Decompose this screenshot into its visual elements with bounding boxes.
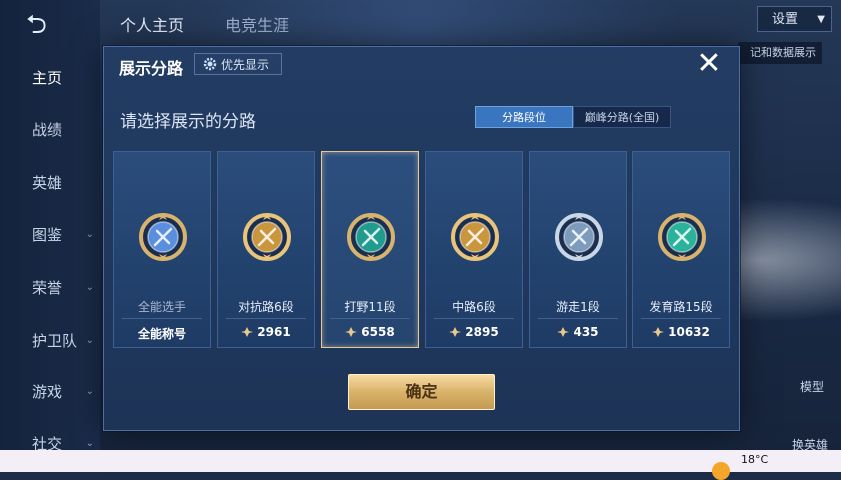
lane-card-name: 全能选手 [137,300,186,314]
lane-badge-icon [450,212,500,262]
card-divider [538,318,618,319]
sidebar-item-label: 护卫队 [32,332,78,350]
lane-card-name: 对抗路6段 [238,300,294,314]
lane-badge-icon [346,212,396,262]
sidebar-item-label: 战绩 [32,121,63,139]
settings-label: 设置 [772,12,799,27]
modal-subtitle: 请选择展示的分路 [120,112,256,132]
lane-card[interactable]: 全能选手 全能称号 [113,151,211,348]
lane-card[interactable]: 游走1段 435 [529,151,627,348]
lane-card-score: 6558 [322,325,418,339]
card-divider [641,318,721,319]
lane-card-score-value: 2961 [257,325,291,339]
settings-button[interactable]: 设置 ▼ [757,6,832,32]
model-label[interactable]: 模型 [800,378,824,395]
lane-card[interactable]: 对抗路6段 2961 [217,151,315,348]
chevron-down-icon: ⌄ [85,335,94,346]
card-divider [226,318,306,319]
tab-lane-rank[interactable]: 分路段位 [475,106,573,128]
lane-card-score-value: 10632 [668,325,710,339]
sidebar-item-label: 英雄 [32,174,63,192]
sidebar-item-3[interactable]: 图鉴 ⌄ [0,219,100,251]
lane-card-score-value: 6558 [361,325,395,339]
sidebar-item-4[interactable]: 荣誉 ⌄ [0,272,100,304]
lane-card-list: 全能选手 全能称号 对抗路6段 2961 打野11段 6558 中路6段 2895 游走1段 43… [113,151,733,348]
lane-card-score: 10632 [633,325,729,339]
gear-icon [203,57,217,71]
lane-card[interactable]: 打野11段 6558 [321,151,419,348]
chevron-down-icon: ⌄ [85,229,94,240]
tab-personal-home[interactable]: 个人主页 [120,12,184,36]
confirm-button[interactable]: 确定 [348,374,495,410]
tab-esports-career[interactable]: 电竞生涯 [225,12,289,36]
lane-card-score: 2961 [218,325,314,339]
lane-card-score: 2895 [426,325,522,339]
lane-badge-icon [242,212,292,262]
tab-peak-lane[interactable]: 巅峰分路(全国) [573,106,671,128]
priority-display-button[interactable]: 优先显示 [194,53,282,75]
lane-card[interactable]: 中路6段 2895 [425,151,523,348]
data-display-chip[interactable]: 记和数据展示 [738,42,822,64]
lane-card-name: 游走1段 [556,300,600,314]
chevron-down-icon: ⌄ [85,282,94,293]
lane-card-score-value: 435 [573,325,599,339]
card-divider [122,318,202,319]
sidebar-item-label: 图鉴 [32,226,63,244]
lane-card-score-value: 2895 [465,325,499,339]
lane-card-score-value: 全能称号 [137,327,186,341]
modal-header: 展示分路 优先显示 ✕ [104,47,739,83]
rank-points-icon [241,326,254,337]
lane-card-name: 打野11段 [344,300,396,314]
lane-card-name: 中路6段 [452,300,496,314]
lane-card-score: 435 [530,325,626,339]
rank-points-icon [449,326,462,337]
sidebar-item-6[interactable]: 游戏 ⌄ [0,376,100,408]
lane-badge-icon [657,212,707,262]
sidebar-item-label: 游戏 [32,383,63,401]
left-navigation: ⮌ 主页 战绩 英雄 图鉴 ⌄ 荣誉 ⌄ 护卫队 ⌄ 游戏 ⌄ 社交 ⌄ [0,0,100,453]
rank-points-icon [557,326,570,337]
sidebar-item-0[interactable]: 主页 [0,62,100,94]
weather-sun-icon [712,462,730,480]
card-divider [330,318,410,319]
rank-points-icon [652,326,665,337]
chevron-down-icon: ⌄ [85,386,94,397]
card-divider [434,318,514,319]
lane-card[interactable]: 发育路15段 10632 [632,151,730,348]
lane-card-score: 全能称号 [114,325,210,342]
close-button[interactable]: ✕ [694,49,724,80]
modal-title: 展示分路 [119,59,184,78]
lane-badge-icon [138,212,188,262]
back-button[interactable]: ⮌ [26,12,74,38]
weather-temperature: 18°C [741,453,769,466]
lane-badge-icon [554,212,604,262]
rank-points-icon [345,326,358,337]
sidebar-item-label: 主页 [32,69,63,87]
lane-display-modal: 展示分路 优先显示 ✕ 请选择展示的分路 分路段位 巅峰分路(全国) 全能选手全… [103,46,740,431]
sidebar-item-5[interactable]: 护卫队 ⌄ [0,325,100,357]
sidebar-item-2[interactable]: 英雄 [0,167,100,199]
lane-card-name: 发育路15段 [649,300,713,314]
sidebar-item-label: 荣誉 [32,279,63,297]
sidebar-item-1[interactable]: 战绩 [0,114,100,146]
priority-display-label: 优先显示 [221,58,270,72]
chevron-down-icon: ▼ [817,14,825,25]
